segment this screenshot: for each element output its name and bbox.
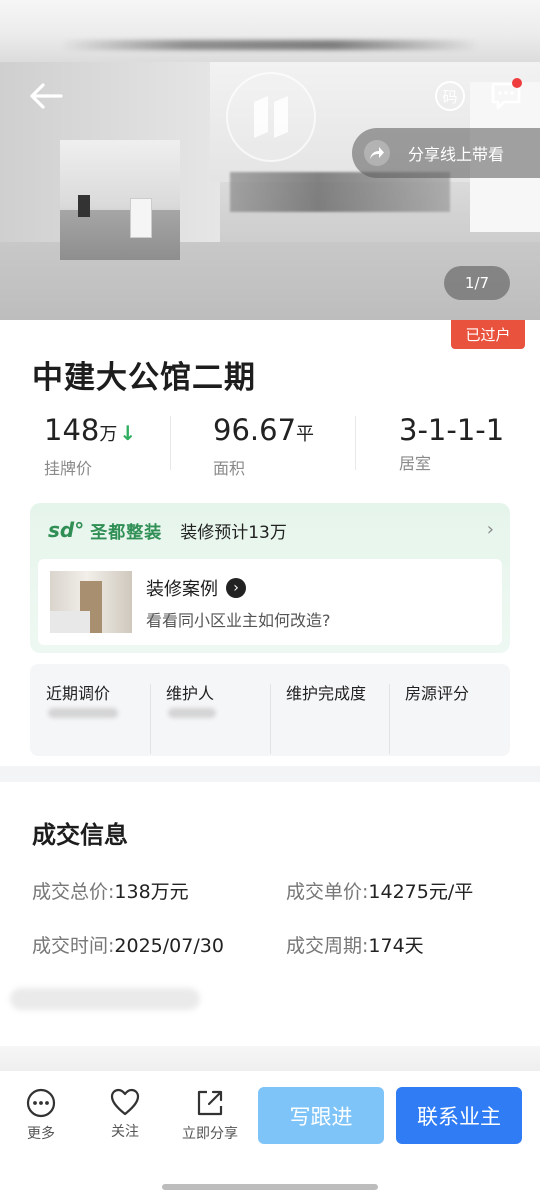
price-stat: 148万 ↓ 挂牌价 [44, 412, 136, 479]
price-down-icon: ↓ [119, 421, 137, 445]
renovation-case-item[interactable]: 装修案例 › 看看同小区业主如何改造? [38, 559, 502, 645]
price-unit: 万 [99, 424, 118, 445]
metric-recent-price-change[interactable]: 近期调价 [46, 680, 110, 704]
metric-maintenance-completion[interactable]: 维护完成度 [286, 680, 366, 704]
layout-label: 居室 [399, 454, 432, 473]
layout-stat: 3-1-1-1 居室 [399, 412, 504, 474]
key-stats: 148万 ↓ 挂牌价 96.67平 面积 3-1-1-1 居室 [0, 412, 540, 479]
top-image-strip [0, 0, 540, 62]
follow-button[interactable]: 关注 [90, 1087, 160, 1141]
deal-unit-price: 成交单价:14275元/平 [286, 881, 474, 903]
vr-logo-icon [254, 96, 288, 138]
price-value: 148 [44, 413, 100, 447]
shengdu-logo: sd° 圣都整装 [48, 518, 163, 543]
share-arrow-icon [364, 140, 390, 166]
listing-detail-screen: 码 分享线上带看 1/7 已过户 中建大公馆二期 148万 ↓ 挂牌价 96.67… [0, 0, 540, 1200]
heart-icon [110, 1088, 140, 1116]
area-label: 面积 [213, 459, 246, 478]
qr-code-icon: 码 [435, 81, 465, 111]
bottom-action-bar: 更多 关注 立即分享 写跟进 联系业主 [0, 1070, 540, 1200]
price-label: 挂牌价 [44, 459, 93, 478]
renovation-case-subtitle: 看看同小区业主如何改造? [146, 611, 331, 630]
write-follow-up-button[interactable]: 写跟进 [258, 1087, 384, 1144]
back-button[interactable] [24, 78, 68, 114]
share-now-button[interactable]: 立即分享 [175, 1087, 245, 1143]
deal-total-price: 成交总价:138万元 [32, 881, 189, 903]
section-divider [0, 1046, 540, 1070]
metric-maintainer[interactable]: 维护人 [166, 680, 214, 704]
message-button[interactable] [486, 76, 526, 116]
renovation-budget: 装修预计13万 [180, 522, 287, 543]
contact-owner-button[interactable]: 联系业主 [396, 1087, 522, 1144]
area-stat: 96.67平 面积 [213, 412, 314, 479]
more-dots-icon [26, 1088, 56, 1118]
status-badge: 已过户 [451, 320, 525, 349]
home-indicator [162, 1184, 378, 1190]
share-box-icon [197, 1090, 223, 1116]
chevron-right-icon: › [486, 519, 494, 540]
more-label: 更多 [27, 1126, 55, 1142]
metrics-card: 近期调价 维护人 维护完成度 房源评分 [30, 664, 510, 756]
more-button[interactable]: 更多 [6, 1087, 76, 1143]
renovation-case-image [50, 571, 132, 633]
renovation-case-title: 装修案例 [146, 579, 218, 600]
share-online-tour-label: 分享线上带看 [408, 145, 505, 164]
layout-value: 3-1-1-1 [399, 413, 505, 447]
photo-page-indicator: 1/7 [444, 266, 510, 300]
unread-dot [512, 78, 522, 88]
area-unit: 平 [296, 424, 315, 445]
listing-title: 中建大公馆二期 [32, 360, 256, 396]
share-online-tour-button[interactable]: 分享线上带看 [352, 128, 540, 178]
share-now-label: 立即分享 [182, 1126, 238, 1142]
area-value: 96.67 [213, 413, 297, 447]
deal-date: 成交时间:2025/07/30 [32, 935, 224, 957]
deal-info-title: 成交信息 [32, 821, 128, 849]
deal-cycle: 成交周期:174天 [286, 935, 424, 957]
renovation-card[interactable]: sd° 圣都整装 装修预计13万 › 装修案例 › 看看同小区业主如何改造? [30, 503, 510, 653]
follow-label: 关注 [111, 1124, 139, 1140]
metric-listing-score[interactable]: 房源评分 [405, 680, 469, 704]
arrow-circle-right-icon: › [226, 578, 246, 598]
vr-tour-button[interactable] [226, 72, 316, 162]
section-divider [0, 766, 540, 782]
room-thumbnail[interactable] [60, 140, 180, 260]
qr-code-button[interactable]: 码 [432, 78, 468, 114]
arrow-left-icon [30, 83, 63, 109]
